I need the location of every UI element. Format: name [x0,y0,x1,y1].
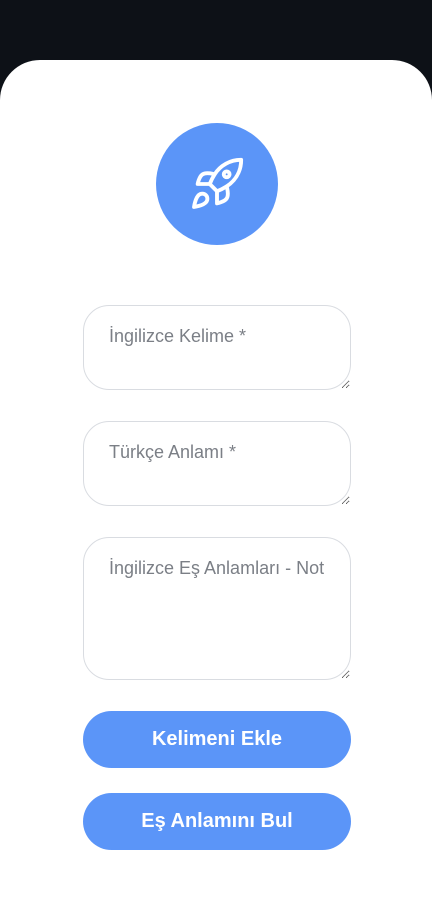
english-word-field[interactable] [83,305,351,390]
english-synonyms-note-field[interactable] [83,537,351,680]
turkish-meaning-field[interactable] [83,421,351,506]
rocket-icon [192,157,244,209]
logo [156,123,278,245]
find-synonym-button[interactable]: Eş Anlamını Bul [83,793,351,850]
add-word-button[interactable]: Kelimeni Ekle [83,711,351,768]
main-card: Kelimeni Ekle Eş Anlamını Bul [0,60,432,910]
